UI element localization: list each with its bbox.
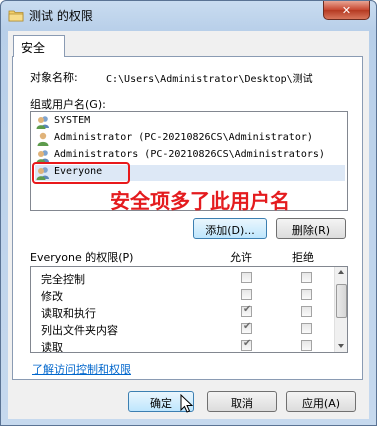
user-name: SYSTEM: [54, 115, 91, 126]
permissions-header: Everyone 的权限(P): [30, 251, 134, 264]
permission-name: 列出文件夹内容: [41, 324, 118, 337]
permission-name: 修改: [41, 290, 63, 303]
tab-security[interactable]: 安全: [13, 35, 65, 57]
deny-checkbox[interactable]: [301, 289, 312, 300]
allow-column-header: 允许: [230, 251, 252, 264]
mouse-cursor-icon: [180, 394, 194, 413]
apply-button-label: 应用(A): [301, 397, 341, 410]
user-group-icon: [36, 116, 49, 129]
permissions-table: 完全控制 修改 读取和执行 ✔ 列出文件夹内容 ✔ 读取 ✔: [30, 266, 348, 353]
object-name-label: 对象名称:: [30, 71, 78, 84]
group-list-label: 组或用户名(G):: [30, 98, 106, 111]
access-control-help-link[interactable]: 了解访问控制和权限: [32, 361, 131, 377]
user-icon: [37, 132, 49, 146]
allow-checkbox[interactable]: [241, 289, 252, 300]
permission-row: 读取 ✔: [41, 338, 331, 353]
ok-button-label: 确定: [150, 397, 172, 410]
object-name-value: C:\Users\Administrator\Desktop\测试: [106, 74, 313, 85]
permission-name: 读取: [41, 341, 63, 353]
checkmark-icon: ✔: [243, 321, 252, 332]
deny-checkbox[interactable]: [301, 306, 312, 317]
permission-row: 读取和执行 ✔: [41, 304, 331, 320]
annotation-highlight-box: [32, 162, 130, 184]
user-item-system[interactable]: SYSTEM: [35, 114, 345, 130]
allow-checkbox[interactable]: ✔: [241, 321, 252, 334]
user-name: Administrator (PC-20210826CS\Administrat…: [54, 132, 313, 143]
deny-column-header: 拒绝: [292, 251, 314, 264]
cancel-button[interactable]: 取消: [207, 391, 277, 412]
allow-checkbox[interactable]: [241, 272, 252, 283]
close-icon: ✕: [341, 3, 352, 17]
deny-checkbox[interactable]: [301, 323, 312, 334]
deny-checkbox[interactable]: [301, 272, 312, 283]
permission-row: 完全控制: [41, 270, 331, 286]
add-button[interactable]: 添加(D)...: [193, 218, 267, 239]
deny-checkbox[interactable]: [301, 340, 312, 351]
tab-security-label: 安全: [21, 41, 46, 55]
scrollbar-thumb[interactable]: [336, 284, 347, 318]
permission-name: 完全控制: [41, 273, 85, 286]
allow-checkbox[interactable]: ✔: [241, 338, 252, 351]
checkmark-icon: ✔: [243, 304, 252, 315]
permission-row: 列出文件夹内容 ✔: [41, 321, 331, 337]
title-bar[interactable]: 测试 的权限 ✕: [1, 1, 376, 29]
remove-button-label: 删除(R): [291, 224, 331, 237]
checkmark-icon: ✔: [243, 338, 252, 349]
window-title: 测试 的权限: [29, 9, 93, 23]
permission-name: 读取和执行: [41, 307, 96, 320]
allow-checkbox[interactable]: ✔: [241, 304, 252, 317]
close-button[interactable]: ✕: [323, 1, 370, 20]
folder-icon: [8, 10, 24, 22]
scroll-up-icon[interactable]: [338, 270, 344, 274]
user-item-administrator[interactable]: Administrator (PC-20210826CS\Administrat…: [35, 131, 345, 147]
permission-row: 修改: [41, 287, 331, 303]
cancel-button-label: 取消: [231, 397, 253, 410]
add-button-label: 添加(D)...: [205, 224, 255, 237]
permissions-scrollbar[interactable]: [334, 267, 347, 352]
user-name: Administrators (PC-20210826CS\Administra…: [54, 149, 325, 160]
scroll-down-icon[interactable]: [338, 344, 344, 348]
annotation-text: 安全项多了此用户名: [110, 189, 290, 213]
apply-button[interactable]: 应用(A): [286, 391, 356, 412]
remove-button[interactable]: 删除(R): [276, 218, 346, 239]
